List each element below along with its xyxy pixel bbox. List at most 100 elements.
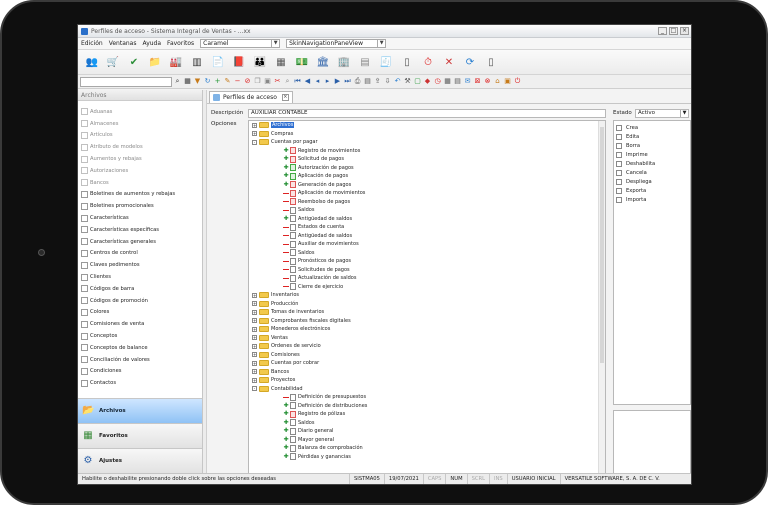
list-item[interactable]: Contactos: [78, 377, 202, 389]
expand-icon[interactable]: +: [252, 309, 257, 315]
tools-icon[interactable]: ✕: [441, 54, 457, 70]
cart-icon[interactable]: 🛒: [105, 54, 121, 70]
tree-node[interactable]: + Tomas de inventarios: [249, 308, 605, 317]
menu-ventanas[interactable]: Ventanas: [109, 40, 137, 47]
collapse-icon[interactable]: -: [252, 139, 257, 145]
tree-node[interactable]: Auxiliar de movimientos: [249, 240, 605, 249]
import-icon[interactable]: ⇩: [384, 78, 391, 85]
clock-small-icon[interactable]: ◷: [434, 78, 441, 85]
permission-checkbox[interactable]: [616, 142, 622, 149]
home-icon[interactable]: ⌂: [494, 78, 501, 85]
tree-node[interactable]: + Monederos electrónicos: [249, 325, 605, 334]
permission-checkbox[interactable]: [616, 196, 622, 203]
tab-perfiles-de-acceso[interactable]: Perfiles de acceso ×: [209, 91, 293, 103]
permission-checkbox[interactable]: [616, 124, 622, 131]
list-item[interactable]: Boletines de aumentos y rebajas: [78, 189, 202, 201]
list-item[interactable]: Atributo de modelos: [78, 141, 202, 153]
permission-checkbox[interactable]: [616, 160, 622, 167]
last-record-icon[interactable]: ⏭: [344, 78, 351, 85]
list-item[interactable]: Claves pedimentos: [78, 259, 202, 271]
permission-item[interactable]: Importa: [614, 195, 690, 204]
stop-icon[interactable]: ⊗: [484, 78, 491, 85]
tree-node[interactable]: Antigüedad de saldos: [249, 232, 605, 241]
permission-checkbox[interactable]: [616, 151, 622, 158]
next-record-icon[interactable]: ▸: [324, 78, 331, 85]
tree-node[interactable]: - Contabilidad: [249, 385, 605, 394]
next-page-icon[interactable]: ▶: [334, 78, 341, 85]
list-item[interactable]: Autorizaciones: [78, 165, 202, 177]
tree-node[interactable]: + Bancos: [249, 368, 605, 377]
list-item[interactable]: Códigos de promoción: [78, 295, 202, 307]
prev-page-icon[interactable]: ◀: [304, 78, 311, 85]
view-select[interactable]: SkinNavigationPaneView ▼: [286, 39, 387, 48]
expand-icon[interactable]: +: [252, 131, 257, 137]
tree-node[interactable]: ✚ Definición de distribuciones: [249, 402, 605, 411]
receipt-icon[interactable]: 🧾: [378, 54, 394, 70]
search-input[interactable]: [80, 76, 172, 87]
calendar-small-icon[interactable]: ▦: [444, 78, 451, 85]
list-item[interactable]: Condiciones: [78, 366, 202, 378]
tree-node[interactable]: ✚ Aplicación de pagos: [249, 172, 605, 181]
permission-item[interactable]: Crea: [614, 123, 690, 132]
list-item[interactable]: Artículos: [78, 130, 202, 142]
tree-node[interactable]: Saldos: [249, 206, 605, 215]
tree-node[interactable]: + Compras: [249, 130, 605, 139]
paste-icon[interactable]: ▣: [264, 78, 271, 85]
nav-group-archivos[interactable]: 📂 Archivos: [78, 398, 202, 423]
tree-node[interactable]: Definición de presupuestos: [249, 393, 605, 402]
options-tree[interactable]: + Archivos + Compras - Cuentas por pagar ✚ Regi…: [248, 120, 606, 480]
building-icon[interactable]: 🏢: [336, 54, 352, 70]
list-item[interactable]: Características generales: [78, 236, 202, 248]
tree-node[interactable]: + Comprobantes fiscales digitales: [249, 317, 605, 326]
tools-small-icon[interactable]: ⚒: [404, 78, 411, 85]
factory-icon[interactable]: 🏭: [168, 54, 184, 70]
edit-icon[interactable]: ✎: [224, 78, 231, 85]
print-icon[interactable]: ⎙: [354, 78, 361, 85]
tree-node[interactable]: Reembolso de pagos: [249, 198, 605, 207]
mail-icon[interactable]: ✉: [464, 78, 471, 85]
estado-select[interactable]: Activo ▼: [635, 109, 689, 118]
close-window-button[interactable]: ×: [680, 27, 689, 35]
tree-node[interactable]: Aplicación de movimientos: [249, 189, 605, 198]
expand-icon[interactable]: +: [252, 360, 257, 366]
people-icon[interactable]: 👪: [252, 54, 268, 70]
permission-item[interactable]: Despliega: [614, 177, 690, 186]
tree-node[interactable]: ✚ Registro de movimientos: [249, 147, 605, 156]
permission-item[interactable]: Edita: [614, 132, 690, 141]
expand-icon[interactable]: +: [252, 369, 257, 375]
check-icon[interactable]: ✔: [126, 54, 142, 70]
preview-icon[interactable]: ▤: [364, 78, 371, 85]
tree-node[interactable]: Saldos: [249, 249, 605, 258]
delete-icon[interactable]: −: [234, 78, 241, 85]
eraser-icon[interactable]: ◆: [424, 78, 431, 85]
permission-checkbox[interactable]: [616, 133, 622, 140]
undo-icon[interactable]: ↶: [394, 78, 401, 85]
mobile-icon[interactable]: ▯: [483, 54, 499, 70]
permission-item[interactable]: Exporta: [614, 186, 690, 195]
tree-node[interactable]: ✚ Mayor general: [249, 436, 605, 445]
folder-icon[interactable]: 📁: [147, 54, 163, 70]
list-item[interactable]: Características: [78, 212, 202, 224]
expand-icon[interactable]: +: [252, 343, 257, 349]
list-item[interactable]: Conciliación de valores: [78, 354, 202, 366]
tree-node[interactable]: ✚ Diario general: [249, 427, 605, 436]
list-item[interactable]: Características específicas: [78, 224, 202, 236]
expand-icon[interactable]: +: [252, 377, 257, 383]
tree-node[interactable]: Cierre de ejercicio: [249, 283, 605, 292]
tree-node[interactable]: + Comisiones: [249, 351, 605, 360]
permission-item[interactable]: Imprime: [614, 150, 690, 159]
export-icon[interactable]: ⇪: [374, 78, 381, 85]
permission-checkbox[interactable]: [616, 187, 622, 194]
list-item[interactable]: Boletines promocionales: [78, 200, 202, 212]
minimize-button[interactable]: _: [658, 27, 667, 35]
descripcion-field[interactable]: AUXILIAR CONTABLE: [248, 109, 606, 118]
expand-icon[interactable]: +: [252, 301, 257, 307]
permission-item[interactable]: Cancela: [614, 168, 690, 177]
search-icon[interactable]: ⌕: [174, 78, 181, 85]
cancel-icon[interactable]: ⊘: [244, 78, 251, 85]
add-icon[interactable]: +: [214, 78, 221, 85]
expand-icon[interactable]: +: [252, 326, 257, 332]
expand-icon[interactable]: +: [252, 122, 257, 128]
list-item[interactable]: Conceptos: [78, 330, 202, 342]
tree-node[interactable]: ✚ Pérdidas y ganancias: [249, 453, 605, 462]
